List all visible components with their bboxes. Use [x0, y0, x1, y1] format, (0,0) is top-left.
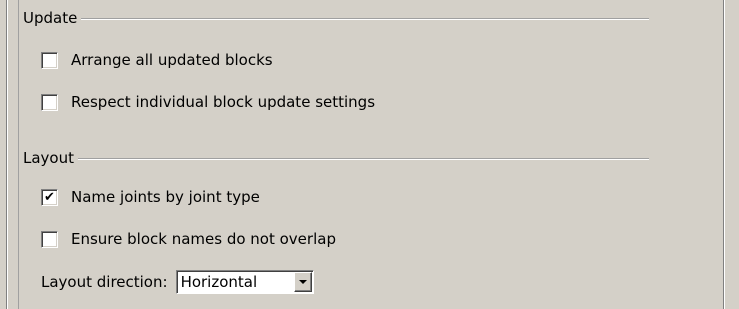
name-joints-by-type-option[interactable]: ✔ Name joints by joint type — [41, 187, 260, 207]
arrange-updated-blocks-option[interactable]: Arrange all updated blocks — [41, 50, 273, 70]
ensure-names-no-overlap-option[interactable]: Ensure block names do not overlap — [41, 229, 336, 249]
layout-direction-value: Horizontal — [180, 273, 258, 291]
respect-block-update-settings-option[interactable]: Respect individual block update settings — [41, 92, 375, 112]
arrange-updated-blocks-checkbox[interactable] — [41, 51, 58, 69]
update-group-separator — [23, 18, 649, 20]
layout-group-header: Layout — [23, 148, 649, 168]
update-group-header: Update — [23, 8, 649, 28]
panel-border-left-highlight — [7, 0, 8, 309]
layout-direction-dropdown[interactable]: Horizontal — [175, 270, 314, 294]
panel-inner-border-left — [18, 0, 19, 309]
ensure-names-no-overlap-label: Ensure block names do not overlap — [71, 230, 336, 248]
arrange-updated-blocks-label: Arrange all updated blocks — [71, 51, 273, 69]
layout-direction-label: Layout direction: — [41, 273, 168, 291]
ensure-names-no-overlap-checkbox[interactable] — [41, 230, 58, 248]
panel-border-right-highlight — [724, 0, 725, 309]
update-group-title: Update — [23, 8, 82, 28]
options-panel: Update Arrange all updated blocks Respec… — [0, 0, 739, 309]
dropdown-button[interactable] — [293, 272, 312, 292]
respect-block-update-settings-checkbox[interactable] — [41, 93, 58, 111]
layout-direction-row: Layout direction: Horizontal — [41, 270, 314, 294]
layout-group-title: Layout — [23, 148, 78, 168]
chevron-down-icon — [298, 280, 307, 284]
name-joints-by-type-label: Name joints by joint type — [71, 188, 260, 206]
layout-group-separator — [23, 158, 649, 160]
name-joints-by-type-checkbox[interactable]: ✔ — [41, 188, 58, 206]
respect-block-update-settings-label: Respect individual block update settings — [71, 93, 376, 111]
